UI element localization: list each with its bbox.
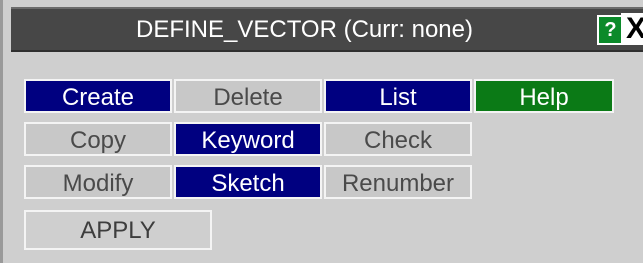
close-icon[interactable]: X xyxy=(621,13,643,45)
keyword-button[interactable]: Keyword xyxy=(174,122,322,156)
window-title: DEFINE_VECTOR (Curr: none) xyxy=(136,16,473,43)
copy-button[interactable]: Copy xyxy=(24,122,172,156)
modify-button[interactable]: Modify xyxy=(24,165,172,199)
define-vector-panel: DEFINE_VECTOR (Curr: none) ? X Create De… xyxy=(0,0,643,263)
help-question-icon[interactable]: ? xyxy=(597,15,624,45)
sketch-button[interactable]: Sketch xyxy=(174,165,322,199)
delete-button[interactable]: Delete xyxy=(174,79,322,113)
check-button[interactable]: Check xyxy=(324,122,472,156)
title-bar: DEFINE_VECTOR (Curr: none) ? X xyxy=(11,7,643,52)
help-button[interactable]: Help xyxy=(474,79,614,113)
list-button[interactable]: List xyxy=(324,79,472,113)
apply-button[interactable]: APPLY xyxy=(24,210,212,250)
create-button[interactable]: Create xyxy=(24,79,172,113)
renumber-button[interactable]: Renumber xyxy=(324,165,472,199)
